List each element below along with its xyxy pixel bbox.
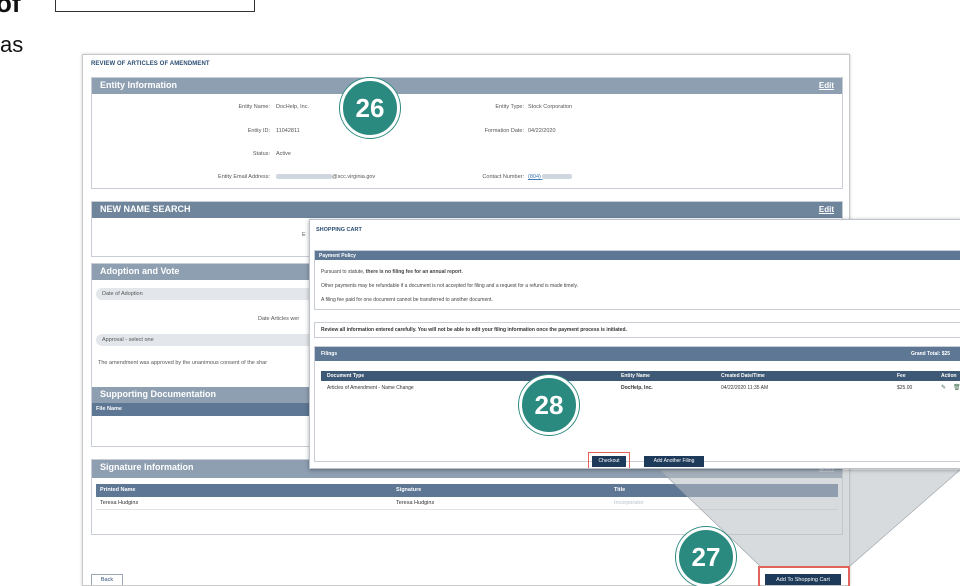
delete-filing-icon[interactable]: 🗑 — [953, 384, 960, 391]
section-title: Adoption and Vote — [100, 266, 180, 276]
add-another-filing-button[interactable]: Add Another Filing — [644, 456, 704, 467]
entity-type-label: Entity Type: — [495, 104, 524, 110]
column-header: Signature — [396, 487, 422, 493]
policy-line: Pursuant to statute, there is no filing … — [321, 269, 463, 275]
back-button[interactable]: Back — [91, 574, 123, 585]
filings-header: Filings Grand Total: $25 — [315, 347, 960, 361]
policy-text: . — [461, 269, 463, 275]
name-search-field-fragment: E — [302, 232, 306, 238]
email-value: @scc.virginia.gov — [276, 174, 375, 180]
table-row: Teresa Hudgins Teresa Hudgins Incorporat… — [96, 497, 838, 510]
printed-name-cell: Teresa Hudgins — [100, 500, 139, 506]
policy-bold-text: there is no filing fee for an annual rep… — [365, 269, 462, 275]
column-header: Document Type — [327, 373, 365, 379]
formation-date-label: Formation Date: — [484, 128, 524, 134]
title-cell: Incorporator — [614, 500, 644, 506]
column-header: Printed Name — [100, 487, 136, 493]
payment-policy-box: Payment Policy Pursuant to statute, ther… — [314, 250, 960, 310]
cart-title: SHOPPING CART — [316, 227, 362, 233]
entity-id-label: Entity ID: — [247, 128, 270, 134]
section-header: Entity Information Edit — [92, 78, 842, 94]
policy-line: A filing fee paid for one document canno… — [321, 297, 493, 303]
contact-number-link[interactable]: (804) — [528, 174, 573, 180]
add-to-cart-highlight — [758, 566, 850, 586]
column-header: Action — [941, 373, 957, 379]
entity-information-section: Entity Information Edit Entity Name: Doc… — [91, 77, 843, 189]
redacted-block — [542, 174, 573, 180]
column-header: Fee — [897, 373, 906, 379]
email-domain: @scc.virginia.gov — [332, 174, 376, 180]
step-27-callout: 27 — [676, 527, 736, 586]
policy-line: Other payments may be refundable if a do… — [321, 283, 578, 289]
created-date-cell: 04/22/2020 11:35 AM — [721, 385, 769, 391]
section-title: Entity Information — [100, 80, 177, 90]
entity-name-value: DocHelp, Inc. — [276, 104, 310, 110]
fee-cell: $25.00 — [897, 385, 913, 391]
table-header: Printed Name Signature Title — [96, 484, 838, 497]
formation-date-value: 04/22/2020 — [528, 128, 556, 134]
contact-area-code: (804) — [528, 174, 541, 180]
entity-type-value: Stock Corporation — [528, 104, 573, 110]
grand-total: Grand Total: $25 — [911, 351, 951, 357]
section-title: Supporting Documentation — [100, 389, 216, 399]
signature-cell: Teresa Hudgins — [396, 500, 435, 506]
slide-text-fragment: of — [0, 0, 21, 18]
approval-text: The amendment was approved by the unanim… — [98, 360, 268, 366]
slide-box-fragment — [55, 0, 255, 12]
column-header: Entity Name — [621, 373, 650, 379]
slide-text-fragment: as — [0, 32, 24, 57]
entity-name-cell: DocHelp, Inc. — [621, 385, 653, 391]
checkout-button[interactable]: Checkout — [592, 456, 626, 467]
column-header: Title — [614, 487, 626, 493]
contact-number-label: Contact Number: — [482, 174, 524, 180]
email-label: Entity Email Address: — [218, 174, 270, 180]
section-title: NEW NAME SEARCH — [100, 204, 191, 214]
date-articles-label: Date Articles wer — [258, 316, 300, 322]
filings-box: Filings Grand Total: $25 Document Type E… — [314, 346, 960, 462]
edit-link[interactable]: Edit — [819, 81, 834, 90]
section-header: NEW NAME SEARCH Edit — [92, 202, 842, 218]
table-row: Articles of Amendment - Name Change DocH… — [321, 383, 960, 393]
column-header: Created Date/Time — [721, 373, 765, 379]
entity-name-label: Entity Name: — [238, 104, 270, 110]
review-notice: Review all information entered carefully… — [314, 322, 960, 338]
policy-text: Pursuant to statute, — [321, 269, 366, 275]
status-label: Status: — [252, 151, 270, 157]
approval-bar: Approval - select one — [96, 334, 316, 346]
section-title: Signature Information — [100, 462, 194, 472]
filings-title: Filings — [321, 351, 338, 357]
filings-table-header: Document Type Entity Name Created Date/T… — [321, 371, 960, 381]
status-value: Active — [276, 151, 291, 157]
edit-link[interactable]: Edit — [819, 205, 834, 214]
redacted-block — [276, 174, 332, 180]
payment-policy-header: Payment Policy — [315, 251, 960, 260]
shopping-cart-panel: SHOPPING CART Payment Policy Pursuant to… — [309, 219, 960, 469]
step-28-callout: 28 — [519, 375, 579, 435]
page-title: REVIEW OF ARTICLES OF AMENDMENT — [91, 61, 210, 67]
signature-information-section: Signature Information Edit Printed Name … — [91, 459, 843, 535]
file-name-header: File Name — [96, 406, 122, 412]
document-type-cell: Articles of Amendment - Name Change — [327, 385, 414, 391]
step-26-callout: 26 — [340, 78, 400, 138]
edit-filing-icon[interactable]: ✎ — [941, 384, 946, 391]
entity-id-value: 11042811 — [276, 128, 300, 134]
date-of-adoption-bar: Date of Adoption — [96, 288, 316, 300]
